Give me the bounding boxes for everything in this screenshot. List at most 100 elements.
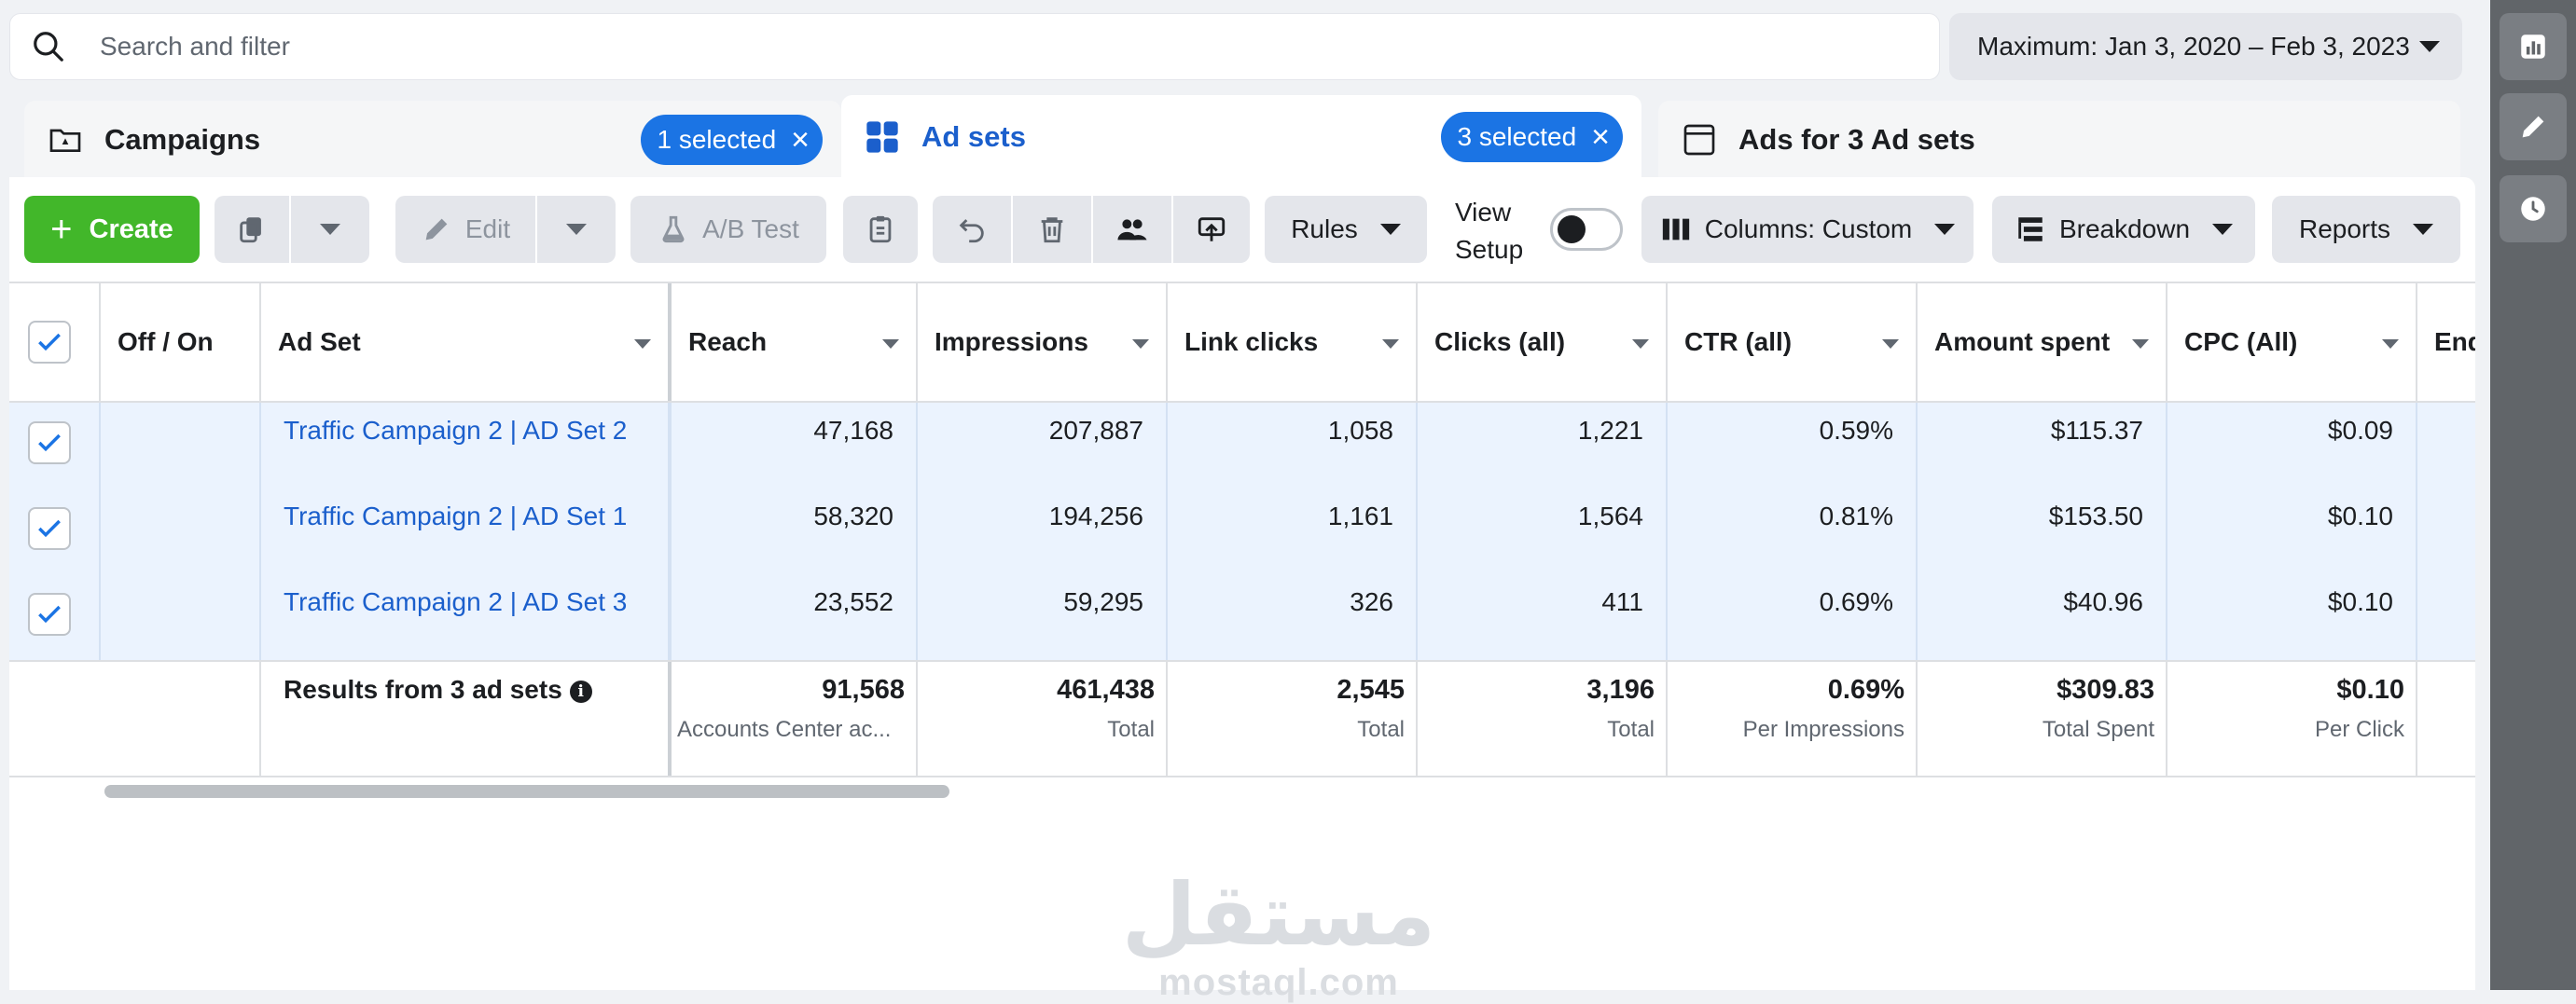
row-select-cell [9, 488, 101, 574]
totals-label-cell: Results from 3 ad sets i [261, 662, 672, 776]
sort-icon[interactable] [1882, 339, 1899, 349]
edit-panel-button[interactable] [2500, 93, 2567, 160]
date-range-picker[interactable]: Maximum: Jan 3, 2020 – Feb 3, 2023 [1949, 13, 2462, 80]
totals-value: 91,568 [822, 675, 905, 705]
beaker-icon [662, 215, 685, 243]
totals-cpc: $0.10 Per Click [2167, 662, 2417, 776]
totals-subtext: Per Click [2314, 717, 2404, 742]
sort-icon[interactable] [634, 339, 651, 349]
ab-test-button[interactable]: A/B Test [630, 196, 826, 263]
column-header-off-on[interactable]: Off / On [101, 283, 261, 401]
ad-set-name-link[interactable]: Traffic Campaign 2 | AD Set 1 [261, 488, 672, 574]
close-icon[interactable]: × [791, 124, 810, 156]
close-icon[interactable]: × [1591, 121, 1610, 153]
table-row[interactable]: Traffic Campaign 2 | AD Set 1 58,320 194… [9, 488, 2475, 574]
ctr-cell: 0.69% [1668, 574, 1918, 660]
rules-label: Rules [1291, 214, 1358, 243]
edit-dropdown[interactable] [537, 196, 616, 263]
column-header-clicks-all[interactable]: Clicks (all) [1418, 283, 1668, 401]
sort-icon[interactable] [1132, 339, 1149, 349]
columns-icon [1662, 218, 1689, 241]
edit-button[interactable]: Edit [395, 196, 535, 263]
delete-button[interactable] [1013, 196, 1091, 263]
info-icon[interactable]: i [569, 681, 592, 703]
select-all-checkbox[interactable] [28, 321, 71, 364]
totals-amount-spent: $309.83 Total Spent [1918, 662, 2167, 776]
column-header-impressions[interactable]: Impressions [918, 283, 1168, 401]
reports-button[interactable]: Reports [2272, 196, 2460, 263]
row-checkbox[interactable] [28, 593, 71, 636]
breakdown-icon [2018, 217, 2043, 241]
sort-icon[interactable] [2132, 339, 2149, 349]
undo-button[interactable] [933, 196, 1011, 263]
ad-frame-icon [1683, 124, 1715, 156]
column-header-ad-set[interactable]: Ad Set [261, 283, 672, 401]
clock-icon [2521, 197, 2545, 221]
edit-button-group: Edit [395, 196, 616, 263]
sort-icon[interactable] [2382, 339, 2399, 349]
column-header-reach[interactable]: Reach [672, 283, 918, 401]
edit-label: Edit [464, 214, 511, 243]
cpc-cell: $0.10 [2167, 488, 2417, 574]
column-header-label: Clicks (all) [1434, 327, 1566, 356]
search-bar[interactable]: Search and filter [9, 13, 1940, 80]
column-header-label: Impressions [935, 327, 1088, 356]
totals-ctr: 0.69% Per Impressions [1668, 662, 1918, 776]
row-actions-group [933, 196, 1250, 263]
table-row[interactable]: Traffic Campaign 2 | AD Set 2 47,168 207… [9, 403, 2475, 488]
column-header-ctr[interactable]: CTR (all) [1668, 283, 1918, 401]
rules-button[interactable]: Rules [1265, 196, 1427, 263]
ad-set-name-link[interactable]: Traffic Campaign 2 | AD Set 3 [261, 574, 672, 660]
column-header-label: Off / On [118, 327, 214, 356]
charts-button[interactable] [2500, 13, 2567, 80]
audience-button[interactable] [1093, 196, 1171, 263]
totals-subtext: Total [1357, 717, 1405, 742]
reach-cell: 47,168 [672, 403, 918, 488]
duplicate-button[interactable] [215, 196, 289, 263]
select-all-cell [9, 283, 101, 401]
create-button[interactable]: + Create [24, 196, 200, 263]
totals-value: 2,545 [1336, 675, 1405, 705]
tab-ads[interactable]: Ads for 3 Ad sets [1658, 101, 2460, 179]
toggle-cell[interactable] [101, 574, 261, 660]
row-select-cell [9, 574, 101, 660]
toggle-cell[interactable] [101, 488, 261, 574]
link-clicks-cell: 1,058 [1168, 403, 1418, 488]
ctr-cell: 0.81% [1668, 488, 1918, 574]
horizontal-scrollbar[interactable] [104, 785, 949, 798]
ad-set-name-link[interactable]: Traffic Campaign 2 | AD Set 2 [261, 403, 672, 488]
columns-button[interactable]: Columns: Custom [1641, 196, 1974, 263]
toggle-cell[interactable] [101, 403, 261, 488]
duplicate-icon [240, 217, 261, 243]
table-row[interactable]: Traffic Campaign 2 | AD Set 3 23,552 59,… [9, 574, 2475, 660]
column-header-cpc[interactable]: CPC (All) [2167, 283, 2417, 401]
column-header-amount-spent[interactable]: Amount spent [1918, 283, 2167, 401]
cpc-cell: $0.09 [2167, 403, 2417, 488]
ctr-cell: 0.59% [1668, 403, 1918, 488]
search-input[interactable]: Search and filter [100, 32, 290, 62]
link-clicks-cell: 326 [1168, 574, 1418, 660]
row-checkbox[interactable] [28, 421, 71, 464]
date-range-label: Maximum: Jan 3, 2020 – Feb 3, 2023 [1977, 32, 2410, 61]
grid-icon [866, 121, 898, 153]
tab-campaigns[interactable]: Campaigns 1 selected × [24, 101, 841, 179]
reach-cell: 58,320 [672, 488, 918, 574]
breakdown-button[interactable]: Breakdown [1992, 196, 2255, 263]
share-button[interactable] [1173, 196, 1250, 263]
clipboard-button[interactable] [843, 196, 918, 263]
selection-pill[interactable]: 1 selected × [640, 115, 823, 165]
view-setup-toggle[interactable] [1550, 208, 1623, 251]
column-header-ends[interactable]: Ends [2417, 283, 2475, 401]
duplicate-dropdown[interactable] [291, 196, 369, 263]
sort-icon[interactable] [1382, 339, 1399, 349]
sort-icon[interactable] [1632, 339, 1649, 349]
tab-ad-sets[interactable]: Ad sets 3 selected × [841, 95, 1641, 179]
column-header-link-clicks[interactable]: Link clicks [1168, 283, 1418, 401]
row-checkbox[interactable] [28, 507, 71, 550]
history-button[interactable] [2500, 175, 2567, 242]
sort-icon[interactable] [882, 339, 899, 349]
selection-pill[interactable]: 3 selected × [1440, 112, 1623, 162]
totals-value: $309.83 [2057, 675, 2154, 705]
toggle-knob [1558, 215, 1586, 243]
totals-subtext: Total [1607, 717, 1655, 742]
